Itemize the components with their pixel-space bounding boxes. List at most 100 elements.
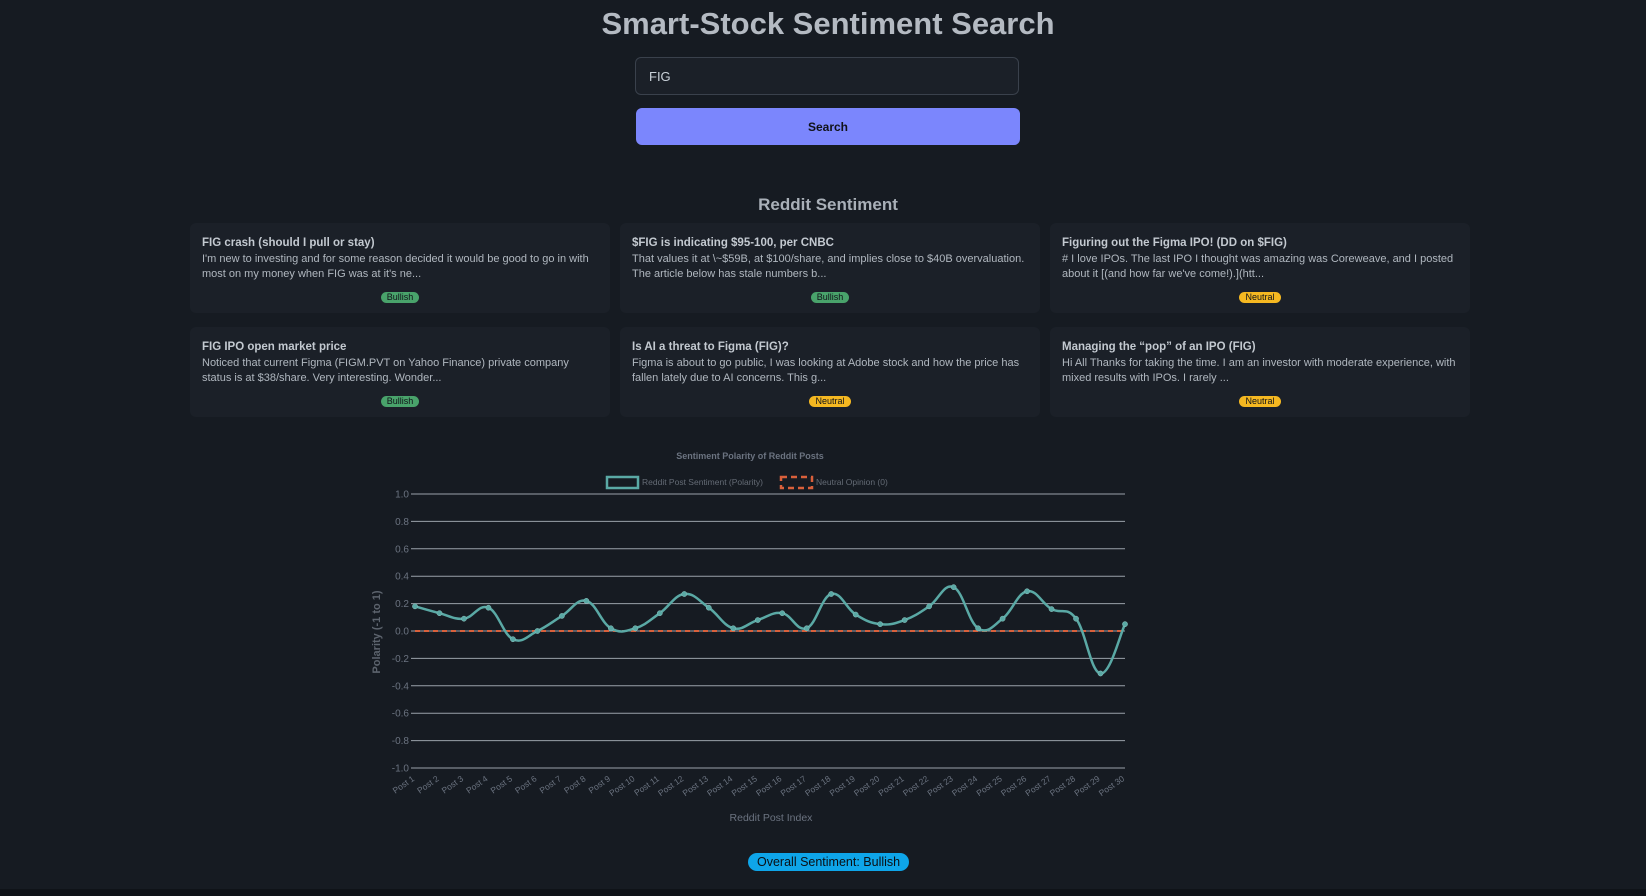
legend-swatch-polarity: [605, 475, 640, 490]
data-point: [1122, 621, 1128, 627]
data-point: [901, 617, 908, 623]
y-tick-label: -0.4: [392, 681, 410, 692]
data-point: [1097, 670, 1104, 677]
data-point: [803, 625, 810, 632]
x-tick-label: Post 28: [1048, 773, 1078, 798]
x-tick-label: Post 25: [974, 773, 1004, 798]
y-tick-label: 0.4: [395, 572, 409, 583]
page-title: Smart-Stock Sentiment Search: [601, 6, 1055, 41]
search-button[interactable]: Search: [636, 108, 1020, 145]
x-tick-label: Post 23: [925, 773, 955, 798]
y-tick-label: 1.0: [395, 490, 409, 501]
data-point: [852, 611, 859, 618]
data-point: [583, 598, 590, 604]
x-tick-label: Post 14: [705, 773, 735, 798]
post-title: FIG IPO open market price: [202, 341, 347, 353]
data-point: [461, 615, 467, 622]
x-tick-label: Post 6: [513, 773, 539, 795]
y-tick-label: -1.0: [392, 764, 410, 775]
x-tick-label: Post 17: [779, 773, 809, 798]
y-tick-label: 0.8: [395, 517, 409, 528]
x-tick-label: Post 3: [440, 773, 466, 795]
post-excerpt: That values it at \~$59B, at $100/share,…: [632, 253, 1025, 280]
data-point: [412, 603, 418, 610]
y-tick-label: -0.2: [392, 654, 410, 665]
search-input[interactable]: [635, 57, 1019, 95]
data-point: [559, 613, 565, 619]
data-point: [975, 625, 981, 632]
legend-swatch-neutral: [779, 475, 814, 490]
x-tick-label: Post 30: [1097, 773, 1127, 798]
x-tick-label: Post 7: [538, 773, 564, 795]
x-tick-label: Post 26: [999, 773, 1029, 798]
x-tick-label: Post 29: [1072, 773, 1102, 798]
reddit-post-card[interactable]: Managing the “pop” of an IPO (FIG) Hi All…: [1050, 327, 1470, 417]
x-tick-label: Post 10: [607, 773, 637, 798]
data-point: [534, 628, 541, 634]
post-title: $FIG is indicating $95-100, per CNBC: [632, 237, 834, 249]
data-point: [779, 610, 786, 617]
y-tick-label: -0.8: [392, 736, 410, 747]
x-tick-label: Post 20: [852, 773, 882, 798]
data-point: [950, 584, 957, 591]
section-title-reddit: Reddit Sentiment: [758, 195, 898, 214]
x-tick-label: Post 21: [876, 773, 906, 798]
y-tick-label: 0.0: [395, 627, 409, 638]
reddit-post-card[interactable]: $FIG is indicating $95-100, per CNBC That…: [620, 223, 1040, 313]
legend-label-polarity: Reddit Post Sentiment (Polarity): [642, 477, 763, 487]
x-tick-label: Post 2: [415, 773, 441, 795]
data-point: [656, 610, 663, 617]
x-tick-label: Post 12: [656, 773, 686, 798]
reddit-post-card[interactable]: Is AI a threat to Figma (FIG)? Figma is a…: [620, 327, 1040, 417]
post-title: Is AI a threat to Figma (FIG)?: [632, 341, 789, 353]
x-tick-label: Post 15: [730, 773, 760, 798]
x-tick-label: Post 8: [562, 773, 588, 795]
y-axis-label: Polarity (-1 to 1): [371, 590, 383, 673]
sentiment-badge: Neutral: [1239, 292, 1281, 303]
data-point: [681, 591, 688, 597]
y-tick-label: 0.6: [395, 544, 409, 555]
x-tick-label: Post 24: [950, 773, 980, 798]
sentiment-badge: Bullish: [380, 292, 420, 303]
x-tick-label: Post 4: [464, 773, 490, 795]
legend-label-neutral: Neutral Opinion (0): [816, 477, 888, 487]
x-tick-label: Post 19: [827, 773, 857, 798]
post-title: Figuring out the Figma IPO! (DD on $FIG): [1062, 237, 1287, 249]
post-excerpt: Figma is about to go public, I was looki…: [632, 357, 1020, 384]
reddit-post-card[interactable]: FIG crash (should I pull or stay) I'm new…: [190, 223, 610, 313]
y-tick-label: -0.6: [392, 709, 410, 720]
data-point: [1048, 606, 1055, 612]
x-tick-label: Post 16: [754, 773, 784, 798]
data-point: [926, 603, 932, 610]
x-tick-label: Post 27: [1023, 773, 1053, 798]
data-point: [828, 591, 835, 597]
post-excerpt: Hi All Thanks for taking the time. I am …: [1062, 357, 1456, 384]
series-line-polarity: [414, 585, 1127, 675]
data-point: [730, 625, 737, 632]
x-tick-label: Post 18: [803, 773, 833, 798]
chart-title: Sentiment Polarity of Reddit Posts: [676, 451, 824, 461]
data-point: [705, 604, 712, 611]
data-point: [754, 617, 761, 623]
post-excerpt: # I love IPOs. The last IPO I thought wa…: [1062, 253, 1454, 280]
data-point: [608, 625, 614, 632]
post-title: Managing the “pop” of an IPO (FIG): [1062, 341, 1256, 353]
sentiment-polarity-chart: Sentiment Polarity of Reddit Posts Reddit…: [371, 451, 1128, 824]
data-point: [632, 625, 639, 632]
x-tick-label: Post 11: [632, 773, 661, 798]
sentiment-badge: Neutral: [809, 396, 851, 407]
sentiment-badge: Bullish: [810, 292, 850, 303]
data-point: [485, 604, 492, 611]
overall-sentiment-badge: Overall Sentiment: Bullish: [748, 853, 910, 871]
reddit-post-card[interactable]: Figuring out the Figma IPO! (DD on $FIG)…: [1050, 223, 1470, 313]
sentiment-badge: Neutral: [1239, 396, 1281, 407]
data-point: [436, 610, 443, 617]
bottom-bar: [0, 889, 1646, 896]
post-title: FIG crash (should I pull or stay): [202, 237, 375, 249]
x-tick-label: Post 13: [681, 773, 711, 798]
reddit-post-card[interactable]: FIG IPO open market price Noticed that cu…: [190, 327, 610, 417]
data-point: [510, 636, 516, 643]
data-point: [877, 621, 884, 627]
y-tick-label: 0.2: [395, 599, 409, 610]
x-tick-label: Post 1: [391, 773, 417, 795]
